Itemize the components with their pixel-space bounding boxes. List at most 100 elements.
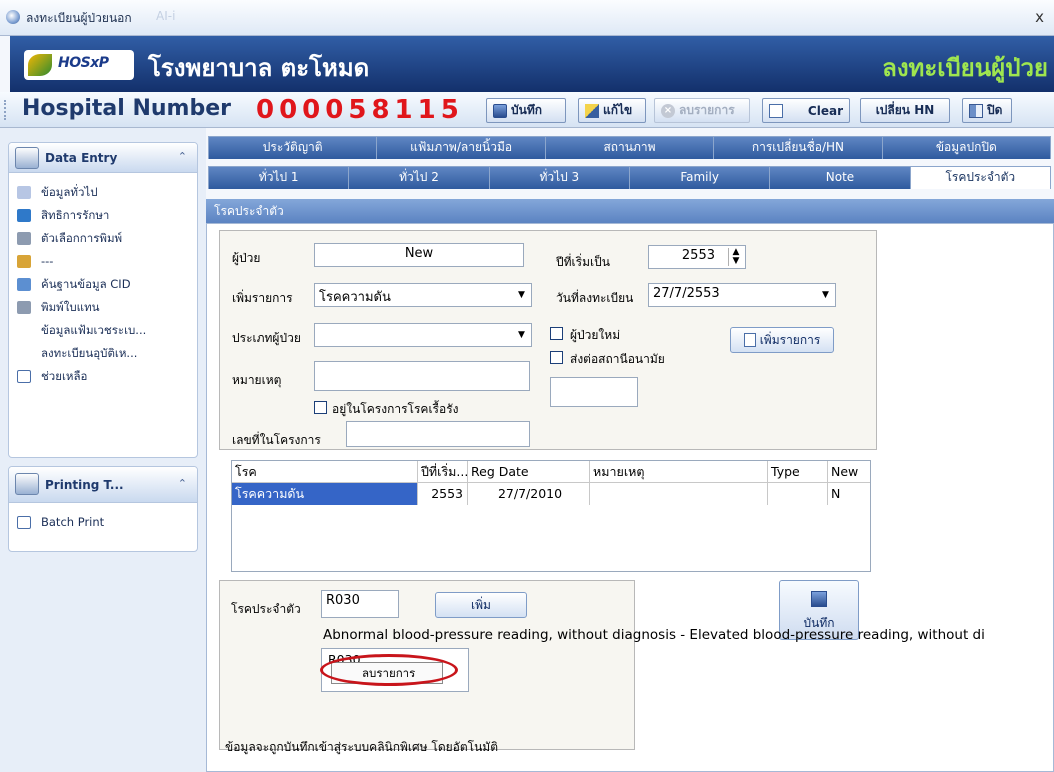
printer-icon [17, 232, 31, 245]
column-header[interactable]: โรค [232, 461, 418, 483]
reg-date-label: วันที่ลงทะเบียน [556, 291, 634, 305]
page-heading: ลงทะเบียนผู้ป่วย [882, 54, 1048, 82]
new-patient-label: ผู้ป่วยใหม่ [570, 328, 621, 342]
chronic-program-checkbox[interactable] [314, 401, 327, 414]
save-button[interactable]: บันทึก [486, 98, 566, 123]
add-item-button[interactable]: เพิ่มรายการ [730, 327, 834, 353]
highlight-circle [320, 654, 458, 686]
main-area: ประวัติญาติ แฟ้มภาพ/ลายนิ้วมือ สถานภาพ ก… [206, 128, 1054, 772]
refer-checkbox[interactable] [550, 351, 563, 364]
change-hn-button[interactable]: เปลี่ยน HN [860, 98, 950, 123]
window-title-faded: AI-i [156, 9, 176, 23]
window-title-bar: ลงทะเบียนผู้ป่วยนอก AI-i x [0, 0, 1054, 36]
window-title: ลงทะเบียนผู้ป่วยนอก [26, 11, 132, 25]
data-entry-header[interactable]: Data Entry ⌃ [9, 143, 197, 173]
autosave-note: ข้อมูลจะถูกบันทึกเข้าสู่ระบบคลินิกพิเศษ … [225, 740, 498, 754]
reg-date-picker[interactable]: 27/7/2553 ▼ [648, 283, 836, 307]
diagnosis-label: โรคประจำตัว [231, 602, 301, 616]
sidebar-item-accident-register[interactable]: ลงทะเบียนอุบัติเห... [9, 342, 197, 365]
tab-relatives[interactable]: ประวัติญาติ [208, 136, 378, 159]
form-group: ผู้ป่วย New ปีที่เริ่มเป็น 2553 ▲ ▼ เพิ่ม… [219, 230, 877, 450]
delete-button[interactable]: × ลบรายการ [654, 98, 750, 123]
clear-icon [769, 103, 783, 118]
app-icon [6, 10, 20, 24]
diagnosis-description: Abnormal blood-pressure reading, without… [323, 627, 985, 643]
sidebar-item-print-replacement[interactable]: พิมพ์ใบแทน [9, 296, 197, 319]
sidebar-item-cid-search[interactable]: ค้นฐานข้อมูล CID [9, 273, 197, 296]
start-year-label: ปีที่เริ่มเป็น [556, 255, 610, 269]
left-panel: Data Entry ⌃ ข้อมูลทั่วไป สิทธิการรักษา … [0, 128, 206, 772]
column-header[interactable]: New [828, 461, 870, 483]
program-number-field[interactable] [346, 421, 530, 447]
toolbar-grip[interactable] [4, 100, 6, 120]
dropdown-arrow-icon[interactable]: ▼ [818, 286, 833, 304]
sidebar-item-batch-print[interactable]: Batch Print [9, 511, 197, 534]
tab-status[interactable]: สถานภาพ [544, 136, 715, 159]
edit-button[interactable]: แก้ไข [578, 98, 646, 123]
tab-row-1: ประวัติญาติ แฟ้มภาพ/ลายนิ้วมือ สถานภาพ ก… [208, 136, 1052, 159]
add-item-select[interactable]: โรคความดัน ▼ [314, 283, 532, 307]
column-header[interactable]: ปีที่เริ่ม... [418, 461, 468, 483]
refer-label: ส่งต่อสถานีอนามัย [570, 352, 665, 366]
program-number-label: เลขที่ในโครงการ [232, 433, 321, 447]
tab-row-2: ทั่วไป 1 ทั่วไป 2 ทั่วไป 3 Family Note โ… [208, 166, 1051, 189]
collapse-chevron-icon[interactable]: ⌃ [178, 150, 187, 163]
tab-general-1[interactable]: ทั่วไป 1 [208, 166, 350, 189]
tab-note[interactable]: Note [769, 166, 911, 189]
tab-general-2[interactable]: ทั่วไป 2 [348, 166, 490, 189]
sidebar-item-separator[interactable]: --- [9, 250, 197, 273]
chronic-program-label: อยู่ในโครงการโรคเรื้อรัง [332, 402, 459, 416]
sidebar-item-print-options[interactable]: ตัวเลือกการพิมพ์ [9, 227, 197, 250]
patient-type-select[interactable]: ▼ [314, 323, 532, 347]
note-label: หมายเหตุ [232, 373, 282, 387]
table-row[interactable]: โรคความดัน 2553 27/7/2010 N [232, 483, 870, 505]
hosxp-logo: HOSxP [24, 50, 134, 80]
add-diagnosis-button[interactable]: เพิ่ม [435, 592, 527, 618]
column-header[interactable]: หมายเหตุ [590, 461, 768, 483]
printing-header[interactable]: Printing T... ⌃ [9, 467, 197, 503]
users-icon [17, 255, 31, 268]
document-icon [743, 333, 756, 347]
tab-photo-fingerprint[interactable]: แฟ้มภาพ/ลายนิ้วมือ [376, 136, 546, 159]
patient-label: ผู้ป่วย [232, 251, 261, 265]
add-item-label: เพิ่มรายการ [232, 291, 293, 305]
printer-icon [17, 301, 31, 314]
tab-general-3[interactable]: ทั่วไป 3 [488, 166, 630, 189]
sidebar-item-general[interactable]: ข้อมูลทั่วไป [9, 181, 197, 204]
tab-chronic-disease[interactable]: โรคประจำตัว [909, 166, 1051, 189]
refer-station-field[interactable] [550, 377, 638, 407]
printing-group: Printing T... ⌃ Batch Print [8, 466, 198, 552]
tab-confidential[interactable]: ข้อมูลปกปิด [881, 136, 1052, 159]
hn-value: 000058115 [256, 95, 464, 125]
spinner-arrows-icon[interactable]: ▲ ▼ [728, 248, 743, 266]
close-button[interactable]: ปิด [962, 98, 1012, 123]
shield-icon [17, 209, 31, 222]
dropdown-arrow-icon[interactable]: ▼ [514, 326, 529, 344]
tab-family[interactable]: Family [628, 166, 771, 189]
diagnosis-code-field[interactable]: R030 [321, 590, 399, 618]
close-window-button[interactable]: x [1035, 8, 1044, 26]
hospital-name: โรงพยาบาล ตะโหมด [148, 54, 370, 82]
data-entry-icon [15, 147, 39, 169]
note-field[interactable] [314, 361, 530, 391]
new-patient-checkbox[interactable] [550, 327, 563, 340]
hn-label: Hospital Number [22, 96, 231, 121]
delete-icon: × [661, 103, 675, 118]
start-year-spinner[interactable]: 2553 ▲ ▼ [648, 245, 746, 269]
patient-type-label: ประเภทผู้ป่วย [232, 331, 301, 345]
search-db-icon [17, 278, 31, 291]
chronic-disease-panel: ผู้ป่วย New ปีที่เริ่มเป็น 2553 ▲ ▼ เพิ่ม… [206, 223, 1054, 772]
sidebar-item-medical-record[interactable]: ข้อมูลแฟ้มเวชระเบ... [9, 319, 197, 342]
sidebar-item-help[interactable]: ช่วยเหลือ [9, 365, 197, 388]
tab-name-change[interactable]: การเปลี่ยนชื่อ/HN [713, 136, 883, 159]
patient-field[interactable]: New [314, 243, 524, 267]
clear-button[interactable]: Clear [762, 98, 850, 123]
column-header[interactable]: Reg Date [468, 461, 590, 483]
column-header[interactable]: Type [768, 461, 828, 483]
printer-header-icon [15, 473, 39, 495]
collapse-chevron-icon[interactable]: ⌃ [178, 477, 187, 490]
batch-print-icon [17, 516, 31, 529]
section-title: โรคประจำตัว [206, 199, 1054, 223]
sidebar-item-rights[interactable]: สิทธิการรักษา [9, 204, 197, 227]
dropdown-arrow-icon[interactable]: ▼ [514, 286, 529, 304]
